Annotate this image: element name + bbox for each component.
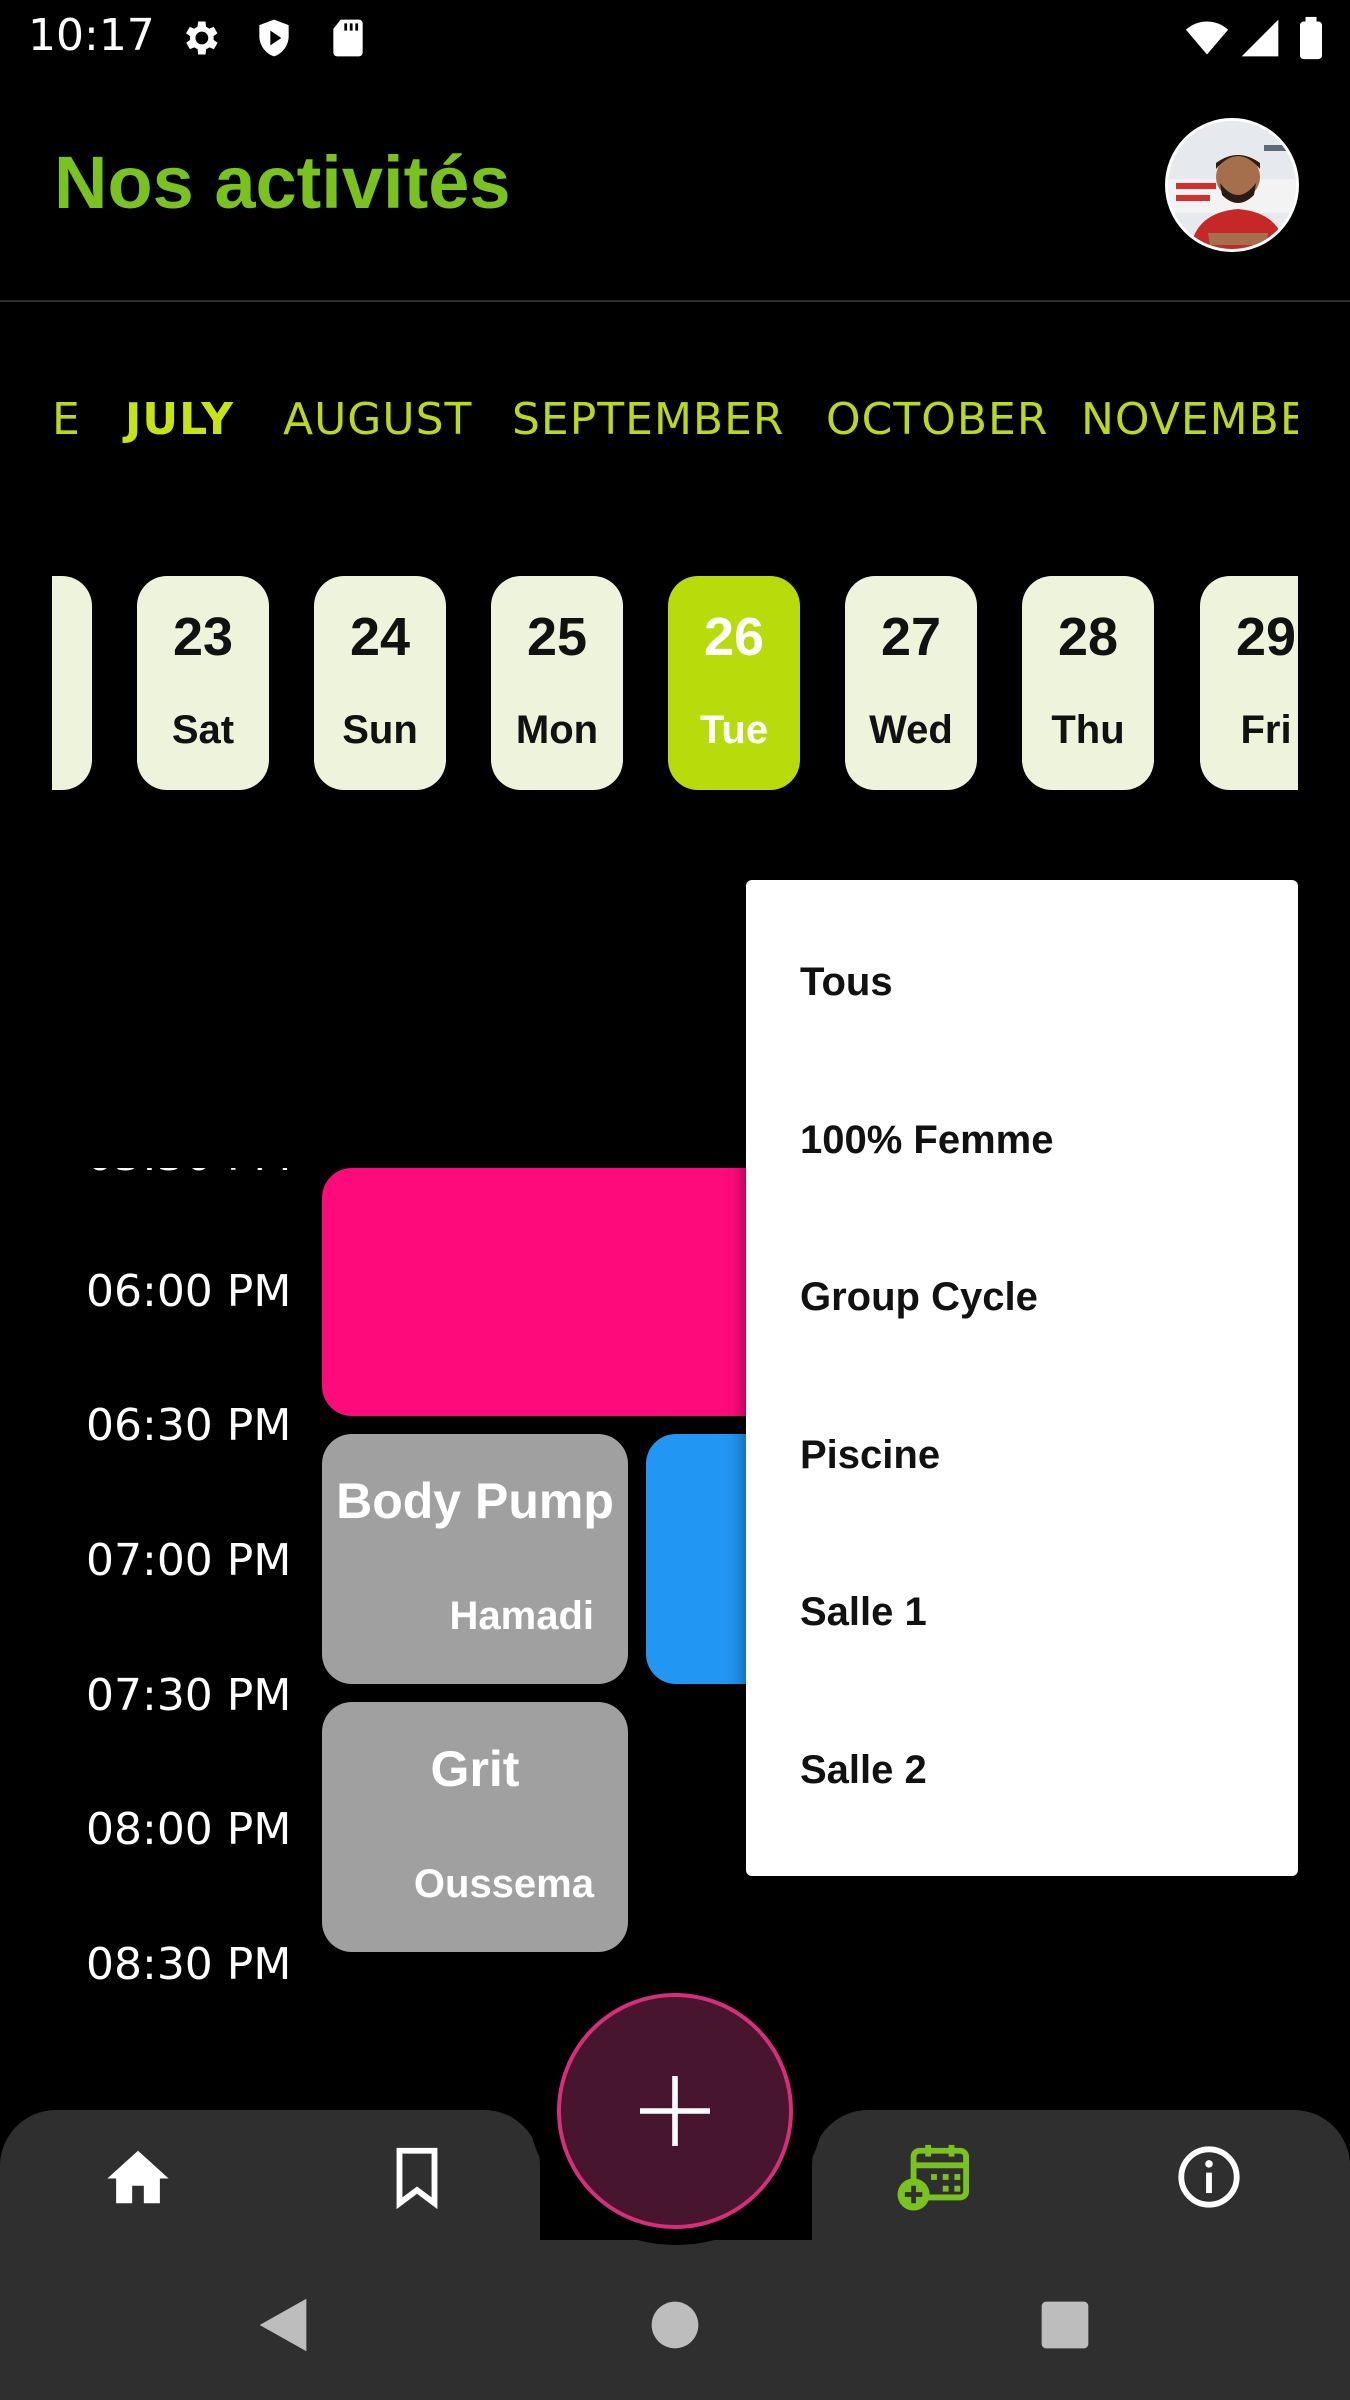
day-number: 27 [880,607,942,667]
month-item[interactable]: OCTOBER [826,394,1048,445]
day-card[interactable]: 29 Fri [1200,576,1298,790]
day-number: 28 [1057,607,1119,667]
cell-signal-icon [1241,19,1279,57]
day-weekday: Sat [171,708,235,752]
recents-icon[interactable] [1030,2290,1100,2360]
day-weekday: Fri [1240,708,1292,752]
calendar-add-icon[interactable] [896,2142,972,2212]
day-number: 26 [703,607,765,667]
month-item[interactable]: SEPTEMBER [512,394,784,445]
day-card-selected[interactable]: 26 Tue [668,576,800,790]
day-number: 25 [526,607,588,667]
day-card[interactable]: 27 Wed [845,576,977,790]
day-number: 24 [349,607,411,667]
month-item[interactable]: AUGUST [283,394,472,445]
time-label: 06:00 PM [86,1266,292,1317]
day-card[interactable]: 28 Thu [1022,576,1154,790]
menu-item-group-cycle[interactable]: Group Cycle [800,1275,1038,1320]
time-label: 05:30 PM [86,1168,291,1181]
menu-item-piscine[interactable]: Piscine [800,1433,940,1478]
bookmark-icon[interactable] [382,2142,452,2212]
time-label: 06:30 PM [86,1400,292,1451]
month-item-selected[interactable]: JULY [125,394,234,445]
add-fab-button[interactable] [557,1993,793,2229]
event-card[interactable]: Body Pump Hamadi [322,1434,628,1684]
time-label: 08:30 PM [86,1939,292,1990]
day-weekday: Thu [1051,708,1125,752]
status-bar: 10:17 [0,0,1350,80]
day-number: 29 [1235,607,1297,667]
sd-card-icon [333,19,363,57]
menu-item-salle-1[interactable]: Salle 1 [800,1590,927,1635]
battery-icon [1300,16,1322,60]
day-card[interactable] [52,576,92,790]
day-selector: 23 Sat 24 Sun 25 Mon 26 Tue 27 Wed 28 Th… [52,576,1298,792]
month-item[interactable]: NOVEMBEI [1081,394,1298,445]
menu-item-100-femme[interactable]: 100% Femme [800,1118,1053,1163]
day-weekday: Sun [342,708,418,752]
month-selector: E JULY AUGUST SEPTEMBER OCTOBER NOVEMBEI [52,370,1298,470]
day-weekday: Tue [699,708,769,752]
gear-icon [186,21,218,55]
app-header: Nos activités [0,80,1350,302]
menu-item-salle-2[interactable]: Salle 2 [800,1748,927,1793]
home-circle-icon[interactable] [640,2290,710,2360]
event-card[interactable]: Grit Oussema [322,1702,628,1952]
day-weekday: Mon [515,708,599,752]
bottom-nav-left [0,2110,540,2260]
time-label: 07:00 PM [86,1535,292,1586]
profile-avatar [1168,121,1296,249]
filter-dropdown-menu: Tous 100% Femme Group Cycle Piscine Sall… [746,880,1298,1876]
wifi-icon [1185,21,1229,55]
event-title: Body Pump [336,1473,614,1529]
bottom-nav-right [812,2110,1350,2260]
month-item[interactable]: E [52,394,81,445]
day-weekday: Wed [869,708,953,752]
menu-item-tous[interactable]: Tous [800,960,893,1005]
home-icon[interactable] [103,2142,173,2212]
day-card[interactable]: 25 Mon [491,576,623,790]
time-label: 08:00 PM [86,1804,292,1855]
day-card[interactable]: 23 Sat [137,576,269,790]
shield-play-icon [259,19,289,57]
page-title: Nos activités [54,141,511,224]
plus-icon [640,2076,710,2146]
status-time: 10:17 [28,10,155,61]
info-icon[interactable] [1174,2142,1244,2212]
avatar[interactable] [1165,118,1299,252]
event-coach: Oussema [413,1862,594,1906]
back-icon[interactable] [248,2290,318,2360]
day-number: 23 [172,607,234,667]
event-coach: Hamadi [449,1594,595,1638]
time-label: 07:30 PM [86,1670,292,1721]
event-title: Grit [430,1741,520,1797]
day-card[interactable]: 24 Sun [314,576,446,790]
